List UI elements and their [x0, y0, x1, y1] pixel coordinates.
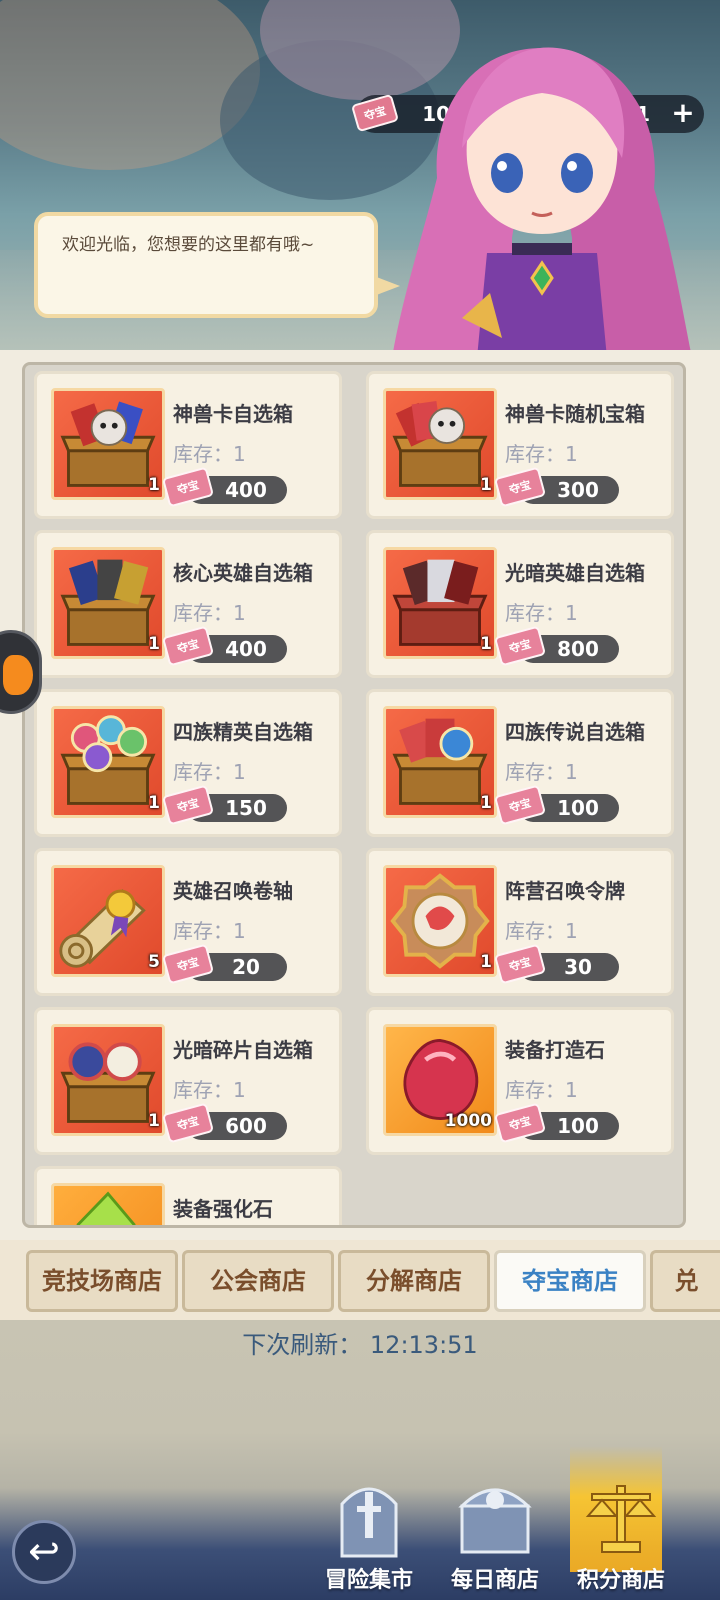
- nav-points-shop[interactable]: 积分商店: [566, 1446, 676, 1600]
- item-quantity: 1000: [444, 1111, 492, 1131]
- item-quantity: 1: [148, 1111, 160, 1131]
- shopkeeper-character: [392, 47, 692, 358]
- item-quantity: 5: [148, 952, 160, 972]
- shop-item-card[interactable]: 1 阵营召唤令牌 库存：1 30 夺宝: [366, 848, 674, 996]
- item-icon-faction-summon-token: 1: [383, 865, 497, 977]
- item-icon-beast-card-chest: 1: [51, 388, 165, 500]
- nav-adventure-market[interactable]: 冒险集市: [314, 1470, 424, 1600]
- item-icon-summon-scroll: 5: [51, 865, 165, 977]
- nav-label: 每日商店: [450, 1568, 539, 1593]
- shop-item-card[interactable]: 1 四族精英自选箱 库存：1 150 夺宝: [34, 689, 342, 837]
- item-icon-beast-random-chest: 1: [383, 388, 497, 500]
- item-icon-enhance-stone: [51, 1183, 165, 1225]
- nav-daily-shop[interactable]: 每日商店: [440, 1470, 550, 1600]
- item-name: 装备打造石: [505, 1038, 605, 1062]
- item-stock: 库存：1: [505, 760, 578, 784]
- item-stock: 库存：1: [505, 601, 578, 625]
- refresh-timer: 下次刷新： 12:13:51: [242, 1331, 478, 1359]
- scales-icon: [585, 1485, 657, 1553]
- shop-item-card[interactable]: 1000 装备打造石 库存：1 100 夺宝: [366, 1007, 674, 1155]
- treasure-chest-icon: [458, 1488, 532, 1554]
- speech-text: 欢迎光临，您想要的这里都有哦~: [62, 235, 315, 255]
- item-quantity: 1: [480, 952, 492, 972]
- item-name: 四族传说自选箱: [505, 720, 645, 744]
- shop-item-card[interactable]: 1 神兽卡自选箱 库存：1 400 夺宝: [34, 371, 342, 519]
- item-stock: 库存：1: [173, 1078, 246, 1102]
- shop-items-grid[interactable]: 1 神兽卡自选箱 库存：1 400 夺宝 1 神兽卡随机宝箱 库存：1 300 …: [22, 362, 686, 1228]
- item-name: 神兽卡随机宝箱: [505, 402, 645, 426]
- item-quantity: 1: [480, 475, 492, 495]
- item-icon-forge-stone: 1000: [383, 1024, 497, 1136]
- item-name: 光暗碎片自选箱: [173, 1038, 313, 1062]
- item-stock: 库存：1: [173, 442, 246, 466]
- item-stock: 库存：1: [173, 760, 246, 784]
- item-quantity: 1: [480, 634, 492, 654]
- shop-item-card[interactable]: 1 四族传说自选箱 库存：1 100 夺宝: [366, 689, 674, 837]
- nav-label: 冒险集市: [324, 1568, 413, 1593]
- item-name: 英雄召唤卷轴: [173, 879, 293, 903]
- item-name: 光暗英雄自选箱: [505, 561, 645, 585]
- shop-item-card[interactable]: 装备强化石: [34, 1166, 342, 1225]
- item-quantity: 1: [148, 793, 160, 813]
- tab-guild-shop[interactable]: 公会商店: [182, 1250, 334, 1312]
- shop-item-card[interactable]: 5 英雄召唤卷轴 库存：1 20 夺宝: [34, 848, 342, 996]
- item-icon-core-hero-chest: 1: [51, 547, 165, 659]
- item-quantity: 1: [148, 634, 160, 654]
- item-quantity: 1: [148, 475, 160, 495]
- item-icon-four-clans-elite-chest: 1: [51, 706, 165, 818]
- item-stock: 库存：1: [505, 1078, 578, 1102]
- tab-exchange-shop[interactable]: 兑: [650, 1250, 720, 1312]
- item-name: 四族精英自选箱: [173, 720, 313, 744]
- item-name: 阵营召唤令牌: [505, 879, 625, 903]
- shop-item-card[interactable]: 1 光暗碎片自选箱 库存：1 600 夺宝: [34, 1007, 342, 1155]
- item-stock: 库存：1: [505, 442, 578, 466]
- back-button[interactable]: ↩: [12, 1520, 76, 1584]
- shopkeeper-speech-bubble: 欢迎光临，您想要的这里都有哦~: [34, 212, 400, 318]
- shop-item-card[interactable]: 1 神兽卡随机宝箱 库存：1 300 夺宝: [366, 371, 674, 519]
- item-icon-light-dark-shard-chest: 1: [51, 1024, 165, 1136]
- sword-shrine-icon: [340, 1487, 398, 1558]
- pet-icon: [3, 655, 33, 695]
- item-stock: 库存：1: [505, 919, 578, 943]
- item-icon-four-clans-legend-chest: 1: [383, 706, 497, 818]
- item-name: 装备强化石: [173, 1197, 273, 1221]
- item-stock: 库存：1: [173, 919, 246, 943]
- item-quantity: 1: [480, 793, 492, 813]
- shop-item-card[interactable]: 1 核心英雄自选箱 库存：1 400 夺宝: [34, 530, 342, 678]
- item-icon-light-dark-hero-chest: 1: [383, 547, 497, 659]
- tab-arena-shop[interactable]: 竞技场商店: [26, 1250, 178, 1312]
- shop-item-card[interactable]: 1 光暗英雄自选箱 库存：1 800 夺宝: [366, 530, 674, 678]
- item-stock: 库存：1: [173, 601, 246, 625]
- tab-dismantle-shop[interactable]: 分解商店: [338, 1250, 490, 1312]
- tab-treasure-shop[interactable]: 夺宝商店: [494, 1250, 646, 1312]
- side-pet-button[interactable]: [0, 630, 42, 714]
- nav-label: 积分商店: [576, 1568, 665, 1593]
- item-name: 神兽卡自选箱: [173, 402, 293, 426]
- item-name: 核心英雄自选箱: [173, 561, 313, 585]
